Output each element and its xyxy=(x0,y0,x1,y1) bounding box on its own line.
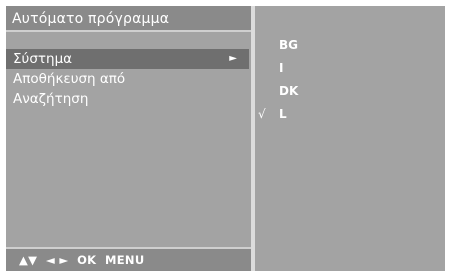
menu-item-search[interactable]: Αναζήτηση xyxy=(6,89,251,109)
navigation-hint: ▲▼ ◄ ► OK MENU xyxy=(19,253,145,267)
right-arrow-icon: ► xyxy=(229,53,237,64)
menu-item-label: Αποθήκευση από xyxy=(13,71,126,87)
option-label: I xyxy=(279,61,284,75)
menu-title-bar: Αυτόματο πρόγραμμα xyxy=(6,6,251,32)
system-submenu-panel: BG I DK √ L xyxy=(255,6,445,271)
option-label: BG xyxy=(279,38,298,52)
menu-item-system[interactable]: Σύστημα ► xyxy=(6,49,249,69)
menu-list: Σύστημα ► Αποθήκευση από Αναζήτηση xyxy=(6,49,251,109)
menu-item-label: Σύστημα xyxy=(13,51,73,67)
checkmark-icon: √ xyxy=(258,107,266,121)
option-label: L xyxy=(279,107,287,121)
menu-title: Αυτόματο πρόγραμμα xyxy=(12,11,170,27)
menu-item-store-from[interactable]: Αποθήκευση από xyxy=(6,69,251,89)
navigation-hint-bar: ▲▼ ◄ ► OK MENU xyxy=(6,247,251,271)
menu-item-label: Αναζήτηση xyxy=(13,91,89,107)
osd-screen: Αυτόματο πρόγραμμα Σύστημα ► Αποθήκευση … xyxy=(6,6,445,271)
option-label: DK xyxy=(279,84,299,98)
main-menu-panel: Αυτόματο πρόγραμμα Σύστημα ► Αποθήκευση … xyxy=(6,6,255,271)
